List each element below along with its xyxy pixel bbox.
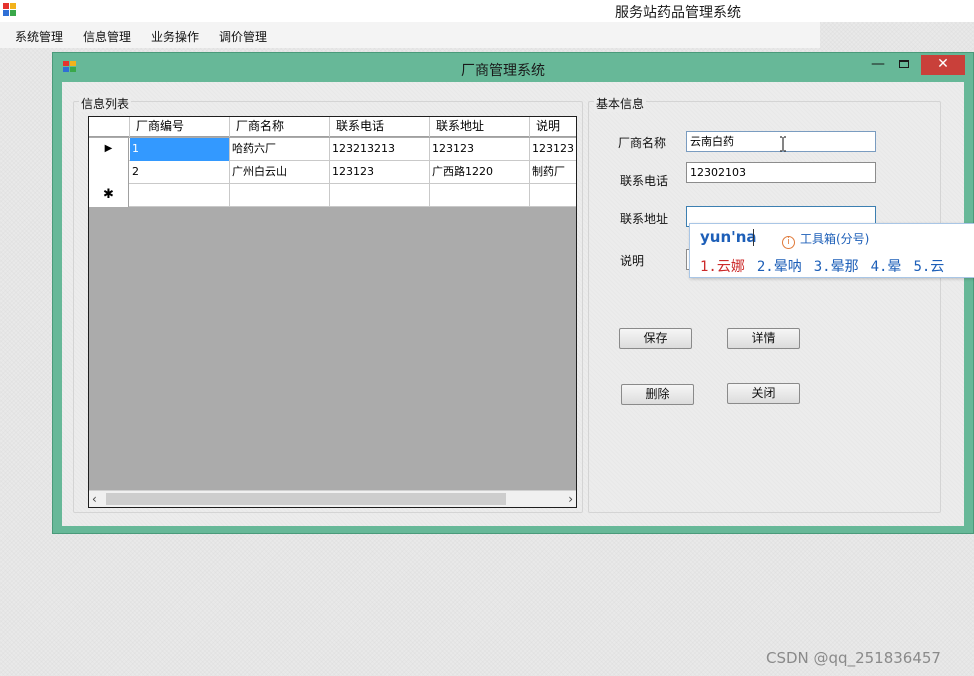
menu-business[interactable]: 业务操作 [151,28,199,45]
text-cursor-icon [780,136,786,152]
table-cell[interactable]: 123123 [330,161,430,184]
info-icon: i [782,236,795,249]
table-cell[interactable] [230,184,330,207]
save-button[interactable]: 保存 [619,328,692,349]
table-cell[interactable]: 广州白云山 [230,161,330,184]
menu-system[interactable]: 系统管理 [15,28,63,45]
row-header[interactable] [89,161,129,184]
table-cell[interactable]: 制药厂 [530,161,576,184]
name-label: 厂商名称 [618,136,667,150]
ime-candidate[interactable]: 4.晕 [871,259,902,275]
maximize-button[interactable] [891,57,917,75]
table-cell[interactable] [130,184,230,207]
minimize-button[interactable]: — [865,57,891,75]
table-row[interactable]: ▶ 1 哈药六厂 123213213 123123 123123 [89,138,576,161]
ime-candidate-list: 1.云娜 2.晕呐 3.晕那 4.晕 5.云 [700,256,956,276]
table-cell[interactable]: 123123 [530,138,576,161]
ime-candidate-popup: yun'na i 工具箱(分号) 1.云娜 2.晕呐 3.晕那 4.晕 5.云 [689,223,974,278]
detail-button[interactable]: 详情 [727,328,800,349]
menu-info[interactable]: 信息管理 [83,28,131,45]
row-header-new[interactable]: ✱ [89,184,129,207]
table-cell[interactable]: 123123 [430,138,530,161]
column-header-address[interactable]: 联系地址 [430,117,530,137]
table-cell[interactable] [330,184,430,207]
ime-candidate[interactable]: 5.云 [913,259,944,275]
close-button[interactable]: ✕ [921,55,965,75]
address-label: 联系地址 [620,212,669,226]
scroll-thumb[interactable] [106,493,506,505]
menu-price[interactable]: 调价管理 [219,28,267,45]
grid-corner [89,117,130,137]
app-icon[interactable] [3,3,17,17]
window-title: 厂商管理系统 [461,63,545,79]
column-header-name[interactable]: 厂商名称 [230,117,330,137]
column-header-id[interactable]: 厂商编号 [130,117,230,137]
table-cell[interactable]: 广西路1220 [430,161,530,184]
manufacturer-window: 厂商管理系统 — ✕ 信息列表 厂商编号 厂商名称 联系电话 联系地址 说明 ▶… [52,52,974,534]
grid-header: 厂商编号 厂商名称 联系电话 联系地址 说明 [89,117,576,137]
table-row[interactable]: 2 广州白云山 123123 广西路1220 制药厂 [89,161,576,184]
ime-toolbox-label: 工具箱(分号) [800,232,870,246]
manufacturer-grid[interactable]: 厂商编号 厂商名称 联系电话 联系地址 说明 ▶ 1 哈药六厂 12321321… [88,116,577,508]
ime-candidate[interactable]: 2.晕呐 [757,259,802,275]
main-title-bar: 服务站药品管理系统 [0,0,974,22]
ime-candidate[interactable]: 1.云娜 [700,259,745,275]
window-client-area: 信息列表 厂商编号 厂商名称 联系电话 联系地址 说明 ▶ 1 哈药六厂 123… [62,82,964,526]
scroll-right-icon[interactable]: › [568,491,573,507]
app-title: 服务站药品管理系统 [615,5,741,21]
row-header-current[interactable]: ▶ [89,138,129,161]
table-cell[interactable]: 1 [130,138,230,161]
menu-bar: 系统管理 信息管理 业务操作 调价管理 [0,22,820,48]
close-form-button[interactable]: 关闭 [727,383,800,404]
list-group-title: 信息列表 [79,95,132,112]
delete-button[interactable]: 删除 [621,384,694,405]
window-icon[interactable] [63,61,77,73]
column-header-phone[interactable]: 联系电话 [330,117,430,137]
new-row[interactable]: ✱ [89,184,576,207]
table-cell[interactable] [530,184,576,207]
ime-toolbox-link[interactable]: i 工具箱(分号) [782,230,869,249]
table-cell[interactable] [430,184,530,207]
watermark: CSDN @qq_251836457 [766,649,941,667]
table-cell[interactable]: 哈药六厂 [230,138,330,161]
column-header-note[interactable]: 说明 [530,117,576,137]
phone-field[interactable]: 12302103 [686,162,876,183]
ime-candidate[interactable]: 3.晕那 [814,259,859,275]
table-cell[interactable]: 123213213 [330,138,430,161]
scroll-left-icon[interactable]: ‹ [92,491,97,507]
info-group-title: 基本信息 [594,95,647,112]
child-title-bar[interactable]: 厂商管理系统 — ✕ [53,53,973,81]
maximize-icon [899,60,909,68]
ime-caret [753,229,754,246]
phone-label: 联系电话 [620,174,669,188]
note-label: 说明 [620,254,645,268]
ime-composition: yun'na [700,228,757,246]
horizontal-scrollbar[interactable]: ‹ › [89,490,576,507]
table-cell[interactable]: 2 [130,161,230,184]
